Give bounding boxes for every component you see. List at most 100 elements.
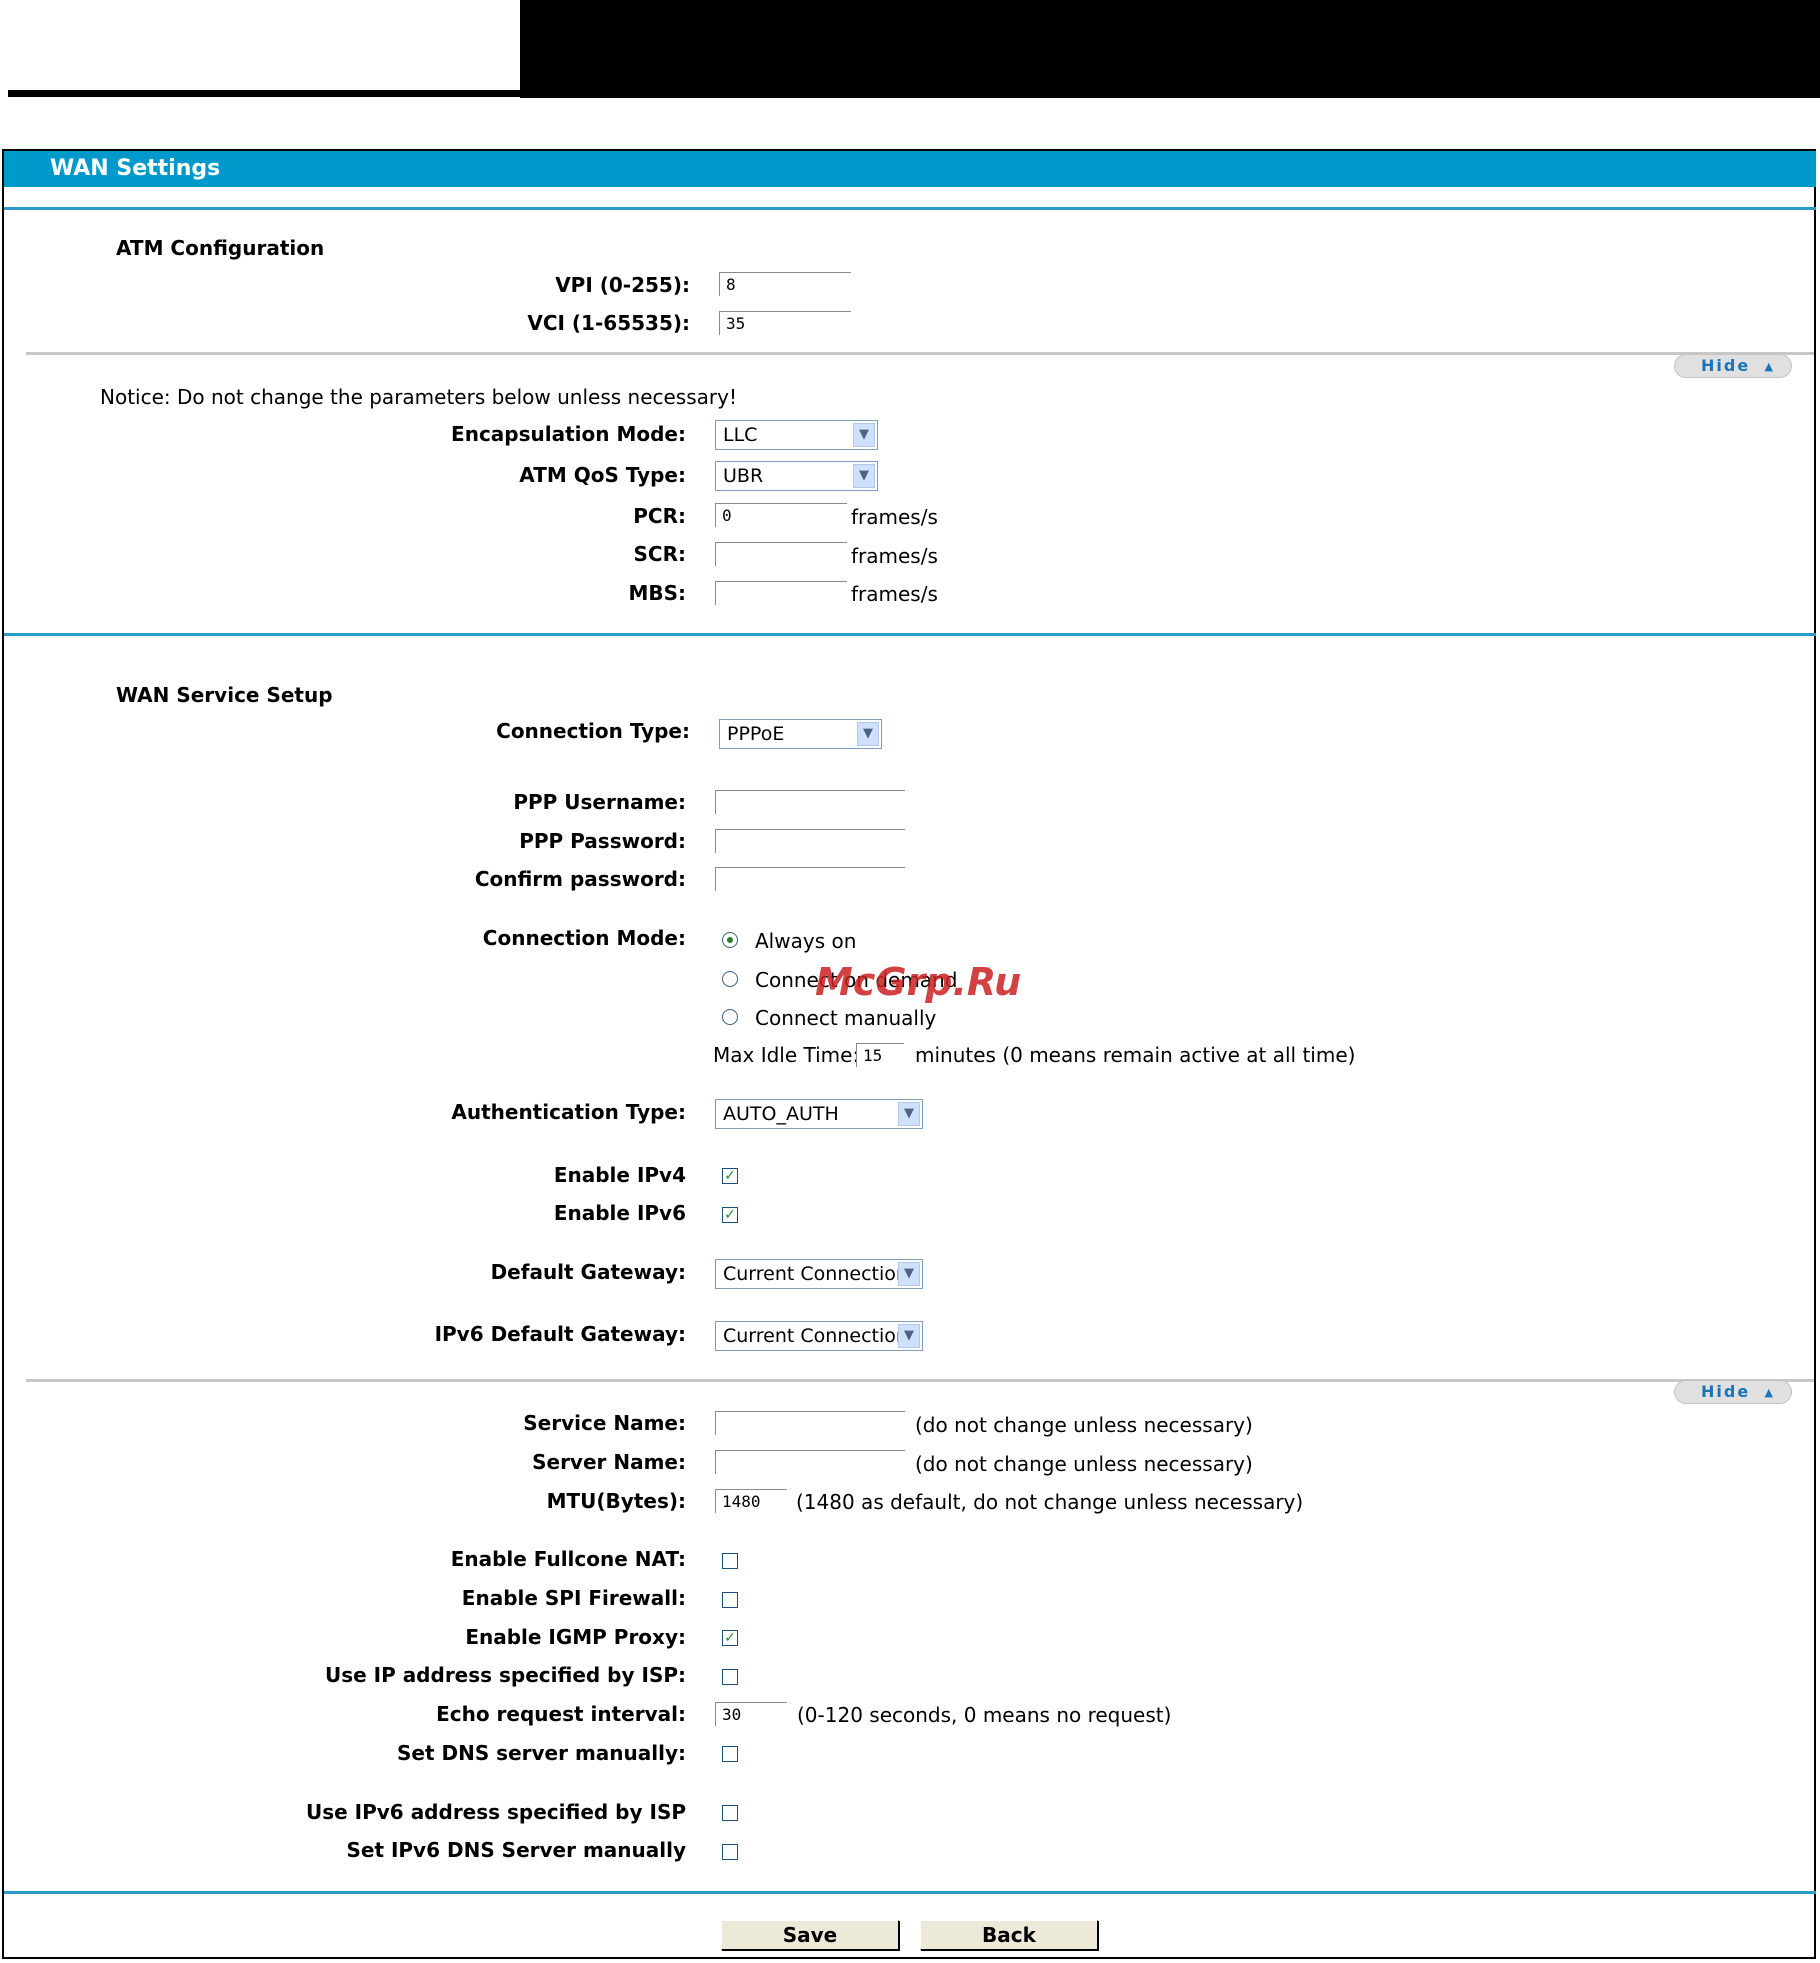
default-gateway-label: Default Gateway: bbox=[490, 1260, 686, 1284]
caret-up-icon: ▲ bbox=[1764, 1386, 1773, 1399]
fullcone-nat-label: Enable Fullcone NAT: bbox=[450, 1547, 686, 1571]
qos-type-select[interactable]: UBR ▼ bbox=[715, 461, 878, 491]
ipv6-gateway-select[interactable]: Current Connection ▼ bbox=[715, 1321, 923, 1351]
default-gateway-select[interactable]: Current Connection ▼ bbox=[715, 1259, 923, 1289]
enable-ipv4-checkbox[interactable]: ✓ bbox=[722, 1168, 738, 1184]
divider bbox=[26, 352, 1814, 355]
chevron-down-icon[interactable]: ▼ bbox=[898, 1324, 920, 1348]
echo-interval-input[interactable] bbox=[715, 1702, 787, 1726]
conn-type-select[interactable]: PPPoE ▼ bbox=[719, 719, 882, 749]
enable-ipv6-label: Enable IPv6 bbox=[553, 1201, 686, 1225]
hide-advanced-button[interactable]: Hide ▲ bbox=[1674, 354, 1792, 378]
encap-mode-select[interactable]: LLC ▼ bbox=[715, 420, 878, 450]
ipv6-gateway-value: Current Connection bbox=[723, 1325, 908, 1347]
qos-type-value: UBR bbox=[723, 465, 764, 487]
auth-type-value: AUTO_AUTH bbox=[723, 1103, 839, 1125]
top-rule bbox=[8, 90, 520, 97]
encap-mode-value: LLC bbox=[723, 424, 758, 446]
vpi-input[interactable] bbox=[719, 272, 851, 296]
server-name-note: (do not change unless necessary) bbox=[915, 1452, 1253, 1476]
radio-connect-on-demand[interactable] bbox=[722, 971, 738, 987]
vpi-label: VPI (0-255): bbox=[555, 273, 690, 297]
max-idle-input[interactable] bbox=[856, 1043, 904, 1067]
qos-type-label: ATM QoS Type: bbox=[519, 463, 686, 487]
auth-type-label: Authentication Type: bbox=[451, 1100, 686, 1124]
caret-up-icon: ▲ bbox=[1764, 360, 1773, 373]
chevron-down-icon[interactable]: ▼ bbox=[857, 722, 879, 746]
ppp-username-input[interactable] bbox=[715, 790, 905, 814]
chevron-down-icon[interactable]: ▼ bbox=[898, 1102, 920, 1126]
divider bbox=[4, 207, 1816, 210]
service-name-note: (do not change unless necessary) bbox=[915, 1413, 1253, 1437]
atm-section-title: ATM Configuration bbox=[116, 236, 325, 260]
back-button[interactable]: Back bbox=[920, 1920, 1098, 1950]
fullcone-nat-checkbox[interactable] bbox=[722, 1553, 738, 1569]
notice-text: Notice: Do not change the parameters bel… bbox=[100, 385, 737, 409]
hide-button-label: Hide bbox=[1701, 356, 1751, 375]
vci-input[interactable] bbox=[719, 311, 851, 335]
pcr-label: PCR: bbox=[633, 504, 686, 528]
isp-ipv6-checkbox[interactable] bbox=[722, 1805, 738, 1821]
divider bbox=[4, 1891, 1816, 1894]
dns-manual-label: Set DNS server manually: bbox=[396, 1741, 686, 1765]
spi-firewall-checkbox[interactable] bbox=[722, 1592, 738, 1608]
watermark-text: McGrp.Ru bbox=[815, 960, 1022, 1004]
mtu-note: (1480 as default, do not change unless n… bbox=[796, 1490, 1304, 1514]
conn-type-value: PPPoE bbox=[727, 723, 785, 745]
divider bbox=[26, 1379, 1814, 1382]
ppp-username-label: PPP Username: bbox=[513, 790, 686, 814]
chevron-down-icon[interactable]: ▼ bbox=[853, 464, 875, 488]
page-title: WAN Settings bbox=[50, 156, 221, 181]
radio-always-on[interactable] bbox=[722, 932, 738, 948]
chevron-down-icon[interactable]: ▼ bbox=[898, 1262, 920, 1286]
isp-ipv6-label: Use IPv6 address specified by ISP bbox=[306, 1800, 686, 1824]
hide-button-label: Hide bbox=[1701, 1382, 1751, 1401]
default-gateway-value: Current Connection bbox=[723, 1263, 908, 1285]
mbs-label: MBS: bbox=[628, 581, 686, 605]
enable-ipv6-checkbox[interactable]: ✓ bbox=[722, 1207, 738, 1223]
mtu-input[interactable] bbox=[715, 1489, 787, 1513]
echo-interval-label: Echo request interval: bbox=[436, 1702, 686, 1726]
spi-firewall-label: Enable SPI Firewall: bbox=[461, 1586, 686, 1610]
confirm-password-input[interactable] bbox=[715, 867, 905, 891]
wan-section-title: WAN Service Setup bbox=[116, 683, 333, 707]
divider bbox=[4, 633, 1816, 636]
pcr-unit: frames/s bbox=[851, 505, 938, 529]
igmp-proxy-label: Enable IGMP Proxy: bbox=[465, 1625, 686, 1649]
scr-unit: frames/s bbox=[851, 544, 938, 568]
enable-ipv4-label: Enable IPv4 bbox=[553, 1163, 686, 1187]
hide-pppoe-advanced-button[interactable]: Hide ▲ bbox=[1674, 1380, 1792, 1404]
conn-mode-label: Connection Mode: bbox=[482, 926, 686, 950]
echo-interval-note: (0-120 seconds, 0 means no request) bbox=[797, 1703, 1172, 1727]
radio-always-on-label: Always on bbox=[755, 929, 857, 953]
service-name-label: Service Name: bbox=[523, 1411, 686, 1435]
scr-input[interactable] bbox=[715, 542, 847, 566]
auth-type-select[interactable]: AUTO_AUTH ▼ bbox=[715, 1099, 923, 1129]
conn-type-label: Connection Type: bbox=[496, 719, 690, 743]
vci-label: VCI (1-65535): bbox=[527, 311, 690, 335]
igmp-proxy-checkbox[interactable]: ✓ bbox=[722, 1630, 738, 1646]
dns6-manual-checkbox[interactable] bbox=[722, 1844, 738, 1860]
chevron-down-icon[interactable]: ▼ bbox=[853, 423, 875, 447]
service-name-input[interactable] bbox=[715, 1411, 905, 1435]
max-idle-label: Max Idle Time: bbox=[713, 1043, 860, 1067]
dns-manual-checkbox[interactable] bbox=[722, 1746, 738, 1762]
mtu-label: MTU(Bytes): bbox=[546, 1489, 686, 1513]
ipv6-gateway-label: IPv6 Default Gateway: bbox=[434, 1322, 686, 1346]
ppp-password-input[interactable] bbox=[715, 829, 905, 853]
dns6-manual-label: Set IPv6 DNS Server manually bbox=[346, 1838, 686, 1862]
server-name-label: Server Name: bbox=[532, 1450, 686, 1474]
pcr-input[interactable] bbox=[715, 503, 847, 527]
top-banner bbox=[520, 0, 1820, 98]
panel-header bbox=[4, 151, 1816, 187]
isp-ip-label: Use IP address specified by ISP: bbox=[324, 1663, 686, 1687]
encap-mode-label: Encapsulation Mode: bbox=[451, 422, 686, 446]
max-idle-note: minutes (0 means remain active at all ti… bbox=[915, 1043, 1356, 1067]
server-name-input[interactable] bbox=[715, 1450, 905, 1474]
confirm-password-label: Confirm password: bbox=[474, 867, 686, 891]
radio-connect-manually[interactable] bbox=[722, 1009, 738, 1025]
mbs-input[interactable] bbox=[715, 581, 847, 605]
mbs-unit: frames/s bbox=[851, 582, 938, 606]
isp-ip-checkbox[interactable] bbox=[722, 1669, 738, 1685]
save-button[interactable]: Save bbox=[721, 1920, 899, 1950]
